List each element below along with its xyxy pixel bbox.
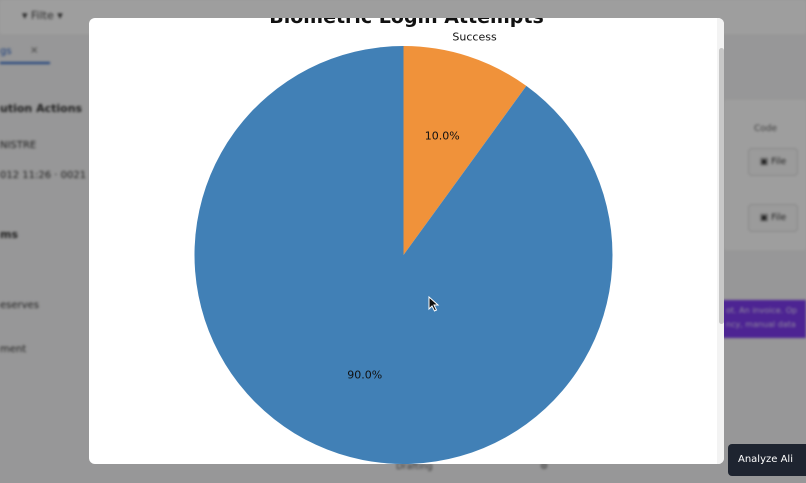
chart-modal: Biometric Login Attempts 10.0%Success90.…: [89, 18, 724, 464]
pie-slice-1: [194, 46, 613, 464]
analyze-button[interactable]: Analyze Ali: [728, 444, 806, 476]
pie-category-label: Success: [452, 30, 497, 43]
mouse-cursor-icon: [428, 296, 440, 312]
pie-chart: 10.0% Success 90.0%: [194, 30, 613, 464]
pie-percent-label: 10.0%: [425, 130, 460, 143]
pie-percent-label: 90.0%: [347, 368, 382, 381]
modal-scrollbar-thumb[interactable]: [719, 48, 724, 324]
